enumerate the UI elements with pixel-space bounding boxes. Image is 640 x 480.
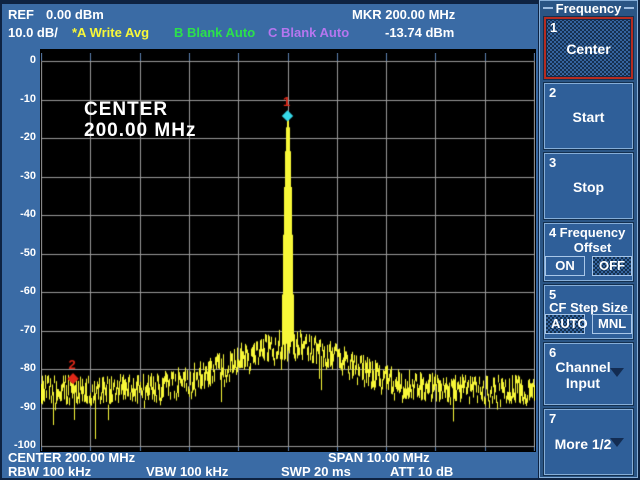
y-axis-label: -10 <box>20 92 36 105</box>
annotation-line2: 200.00 MHz <box>84 120 197 141</box>
span-readout: SPAN 10.00 MHz <box>328 450 430 465</box>
softkey-number: 2 <box>549 85 557 100</box>
softkey-number: 7 <box>549 411 557 426</box>
softkey-center[interactable]: 1 Center <box>544 17 633 79</box>
trace-a-status: *A Write Avg <box>72 25 150 40</box>
y-axis-label: -20 <box>20 131 36 143</box>
marker-frequency-readout: MKR 200.00 MHz <box>352 7 456 22</box>
annotation-line1: CENTER <box>84 99 169 120</box>
y-axis-label: -50 <box>20 246 36 259</box>
y-axis-label: -30 <box>20 169 36 182</box>
softkey-label: Start <box>572 109 605 125</box>
sweep-time-readout: SWP 20 ms <box>281 464 351 479</box>
graticule-area: CENTER 200.00 MHz <box>40 49 536 452</box>
menu-title: Frequency <box>555 0 622 16</box>
off-button[interactable]: OFF <box>592 256 632 276</box>
softkey-stop[interactable]: 3 Stop <box>544 153 633 219</box>
center-frequency-annotation: CENTER 200.00 MHz <box>84 99 196 141</box>
y-axis-labels: 0 -10 -20 -30 -40 -50 -60 -70 -80 -90 -100 <box>2 49 38 452</box>
y-axis-label: -40 <box>20 208 36 220</box>
mnl-button[interactable]: MNL <box>592 314 632 334</box>
softkey-label: Frequency Offset <box>559 225 626 255</box>
softkey-label: Channel Input <box>555 359 611 391</box>
marker-level-readout: -13.74 dBm <box>385 25 455 40</box>
on-button[interactable]: ON <box>545 256 585 276</box>
softkey-number: 6 <box>549 345 557 360</box>
menu-title-row: Frequency <box>540 0 637 16</box>
softkey-label: Stop <box>572 179 605 195</box>
softkey-label: More 1/2 <box>554 436 612 452</box>
center-freq-readout: CENTER 200.00 MHz <box>8 450 136 465</box>
ref-level-value: 0.00 dBm <box>46 7 104 22</box>
softkey-label: Center <box>566 41 611 57</box>
attenuation-readout: ATT 10 dB <box>390 464 454 479</box>
ref-level-label: REF <box>8 7 34 22</box>
softkey-channel-input[interactable]: 6 Channel Input <box>544 343 633 405</box>
scale-per-div: 10.0 dB/ <box>8 25 58 40</box>
y-axis-label: -60 <box>20 285 36 297</box>
softkey-more[interactable]: 7 More 1/2 <box>544 409 633 475</box>
submenu-arrow-icon <box>610 368 624 377</box>
softkey-label: CF Step Size <box>549 300 628 315</box>
softkey-frequency-offset[interactable]: 4 Frequency Offset ON OFF <box>544 223 633 281</box>
rbw-readout: RBW 100 kHz <box>8 464 92 479</box>
auto-mnl-toggle: AUTO MNL <box>545 314 632 334</box>
y-axis-label: -80 <box>20 362 36 374</box>
display-area: REF 0.00 dBm 10.0 dB/ *A Write Avg B Bla… <box>2 4 538 479</box>
trace-b-status: B Blank Auto <box>174 25 256 40</box>
y-axis-label: -70 <box>20 323 36 336</box>
softkey-cf-step-size[interactable]: 5 CF Step Size AUTO MNL <box>544 285 633 339</box>
trace-c-status: C Blank Auto <box>268 25 350 40</box>
softkey-number: 3 <box>549 155 557 170</box>
vbw-readout: VBW 100 kHz <box>146 464 229 479</box>
softkey-number: 1 <box>550 20 558 35</box>
on-off-toggle: ON OFF <box>545 256 632 276</box>
divider <box>543 7 553 9</box>
header-readouts: REF 0.00 dBm 10.0 dB/ *A Write Avg B Bla… <box>2 4 538 48</box>
y-axis-label: -90 <box>20 400 36 413</box>
spectrum-analyzer-screen: REF 0.00 dBm 10.0 dB/ *A Write Avg B Bla… <box>0 0 640 480</box>
auto-button[interactable]: AUTO <box>545 314 588 334</box>
status-bar: CENTER 200.00 MHz SPAN 10.00 MHz RBW 100… <box>2 450 538 479</box>
y-axis-label: 0 <box>29 54 36 66</box>
softkey-start[interactable]: 2 Start <box>544 83 633 149</box>
softkey-menu: Frequency 1 Center 2 Start 3 Stop 4 Freq… <box>539 0 638 478</box>
submenu-arrow-icon <box>610 438 624 447</box>
divider <box>624 7 634 9</box>
